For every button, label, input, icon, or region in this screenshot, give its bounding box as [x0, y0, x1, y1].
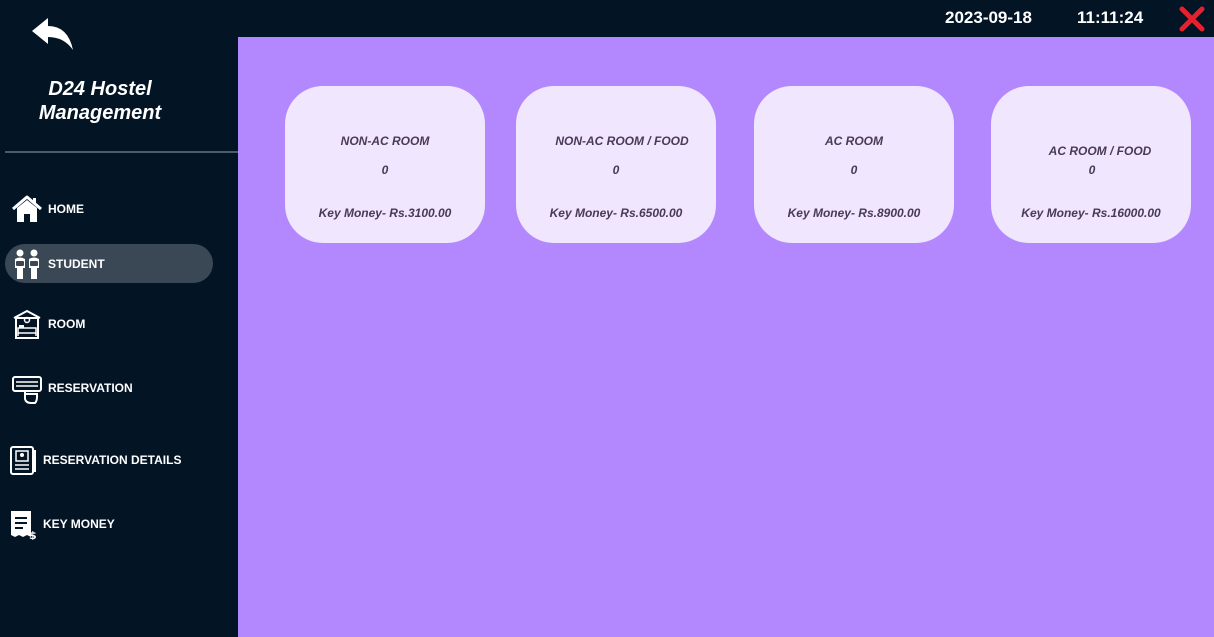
card-key-money: Key Money- Rs.6500.00 [549, 206, 683, 220]
sidebar-item-home[interactable]: HOME [5, 189, 213, 228]
room-card-non-ac-food[interactable]: NON-AC ROOM / FOOD 0 Key Money- Rs.6500.… [516, 86, 716, 243]
sidebar-item-label: RESERVATION DETAILS [43, 453, 182, 467]
app-brand: D24 Hostel Management [0, 77, 200, 125]
card-title: AC ROOM / FOOD [1048, 144, 1152, 158]
card-count: 0 [381, 163, 389, 177]
card-key-money: Key Money- Rs.3100.00 [318, 206, 452, 220]
close-button[interactable] [1179, 6, 1205, 32]
card-count: 0 [612, 163, 620, 177]
card-title: AC ROOM [825, 134, 883, 148]
card-key-money: Key Money- Rs.16000.00 [1021, 206, 1161, 220]
card-title: NON-AC ROOM / FOOD [555, 134, 689, 148]
sidebar-item-reservation[interactable]: RESERVATION [5, 368, 213, 407]
close-icon [1179, 6, 1205, 32]
sidebar-item-label: ROOM [48, 317, 86, 331]
sidebar-item-reservation-details[interactable]: RESERVATION DETAILS [5, 440, 213, 479]
room-card-non-ac[interactable]: NON-AC ROOM 0 Key Money- Rs.3100.00 [285, 86, 485, 243]
back-arrow-icon [32, 18, 73, 50]
home-icon [12, 195, 42, 222]
card-count: 0 [1088, 163, 1096, 177]
sidebar-divider [5, 151, 238, 153]
current-date: 2023-09-18 [945, 8, 1032, 27]
receipt-icon: $ [11, 511, 37, 540]
sidebar-item-student[interactable]: STUDENT [5, 244, 213, 283]
main-content: NON-AC ROOM 0 Key Money- Rs.3100.00 NON-… [238, 37, 1214, 637]
back-button[interactable] [30, 15, 76, 53]
sidebar: D24 Hostel Management HOME STUDENT ROOM … [0, 37, 238, 637]
sidebar-item-label: HOME [48, 202, 84, 216]
sidebar-item-label: STUDENT [48, 257, 105, 271]
top-bar: 2023-09-18 11:11:24 [0, 0, 1214, 37]
sidebar-item-label: KEY MONEY [43, 517, 115, 531]
room-card-ac[interactable]: AC ROOM 0 Key Money- Rs.8900.00 [754, 86, 954, 243]
reservation-details-icon [10, 446, 36, 475]
students-icon [15, 249, 39, 279]
sidebar-item-room[interactable]: ROOM [5, 304, 213, 343]
brand-line-2: Management [38, 102, 162, 124]
sidebar-item-key-money[interactable]: $ KEY MONEY [5, 504, 213, 543]
card-key-money: Key Money- Rs.8900.00 [787, 206, 921, 220]
room-card-ac-food[interactable]: AC ROOM / FOOD 0 Key Money- Rs.16000.00 [991, 86, 1191, 243]
svg-text:$: $ [29, 529, 37, 540]
room-icon [13, 309, 41, 339]
booking-icon [12, 376, 42, 404]
card-count: 0 [850, 163, 858, 177]
sidebar-item-label: RESERVATION [48, 381, 133, 395]
current-time: 11:11:24 [1077, 8, 1144, 27]
brand-line-1: D24 Hostel [48, 78, 152, 100]
card-title: NON-AC ROOM [340, 134, 430, 148]
